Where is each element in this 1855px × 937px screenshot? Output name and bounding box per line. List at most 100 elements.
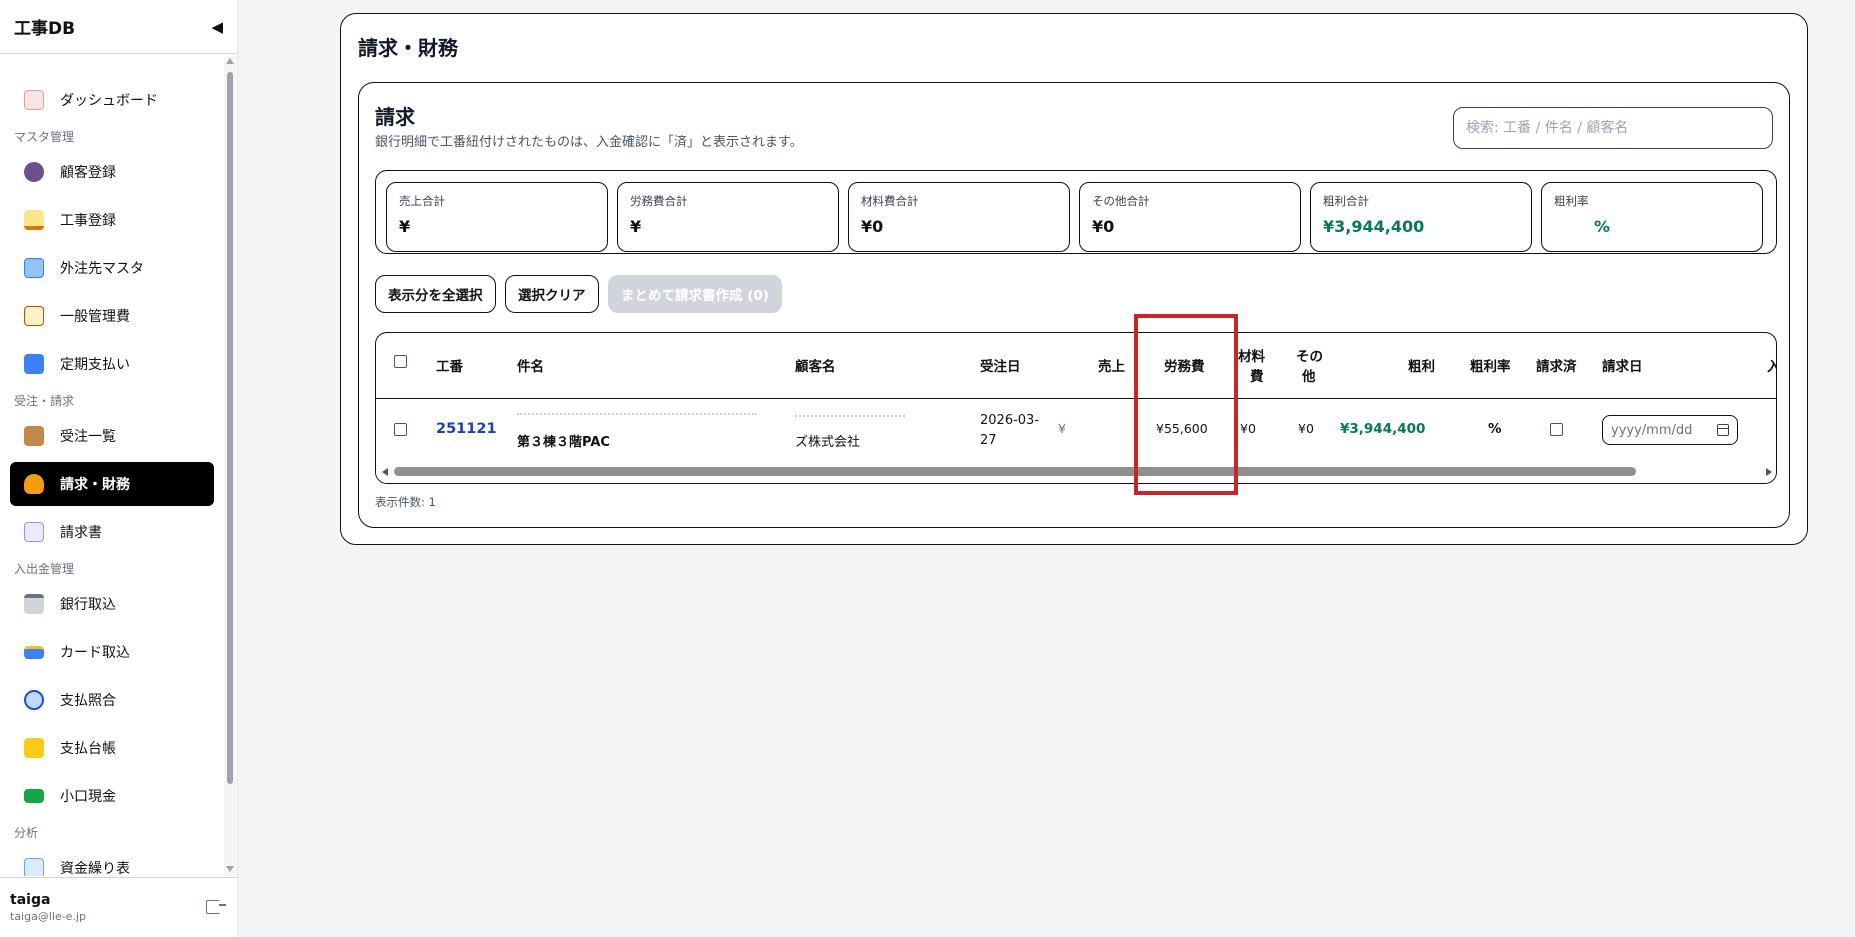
order-date-cell-line2: 27 bbox=[980, 433, 997, 448]
stat-label: 粗利合計 bbox=[1323, 194, 1369, 208]
sidebar-item-payment-ledger[interactable]: 支払台帳 bbox=[10, 726, 214, 770]
sidebar-item-bank-import[interactable]: 銀行取込 bbox=[10, 582, 214, 626]
col-other[interactable]: その bbox=[1296, 345, 1323, 365]
sidebar-item-customers[interactable]: 顧客登録 bbox=[10, 150, 214, 194]
scrollbar-thumb[interactable] bbox=[227, 72, 233, 784]
select-all-checkbox[interactable] bbox=[394, 355, 407, 368]
table-header-row: 工番 件名 顧客名 受注日 売上 労務費 材料 費 その 他 粗利 粗利率 請求… bbox=[376, 333, 1776, 399]
bulk-invoice-button[interactable]: まとめて請求書作成 (0) bbox=[608, 275, 782, 313]
kouban-link[interactable]: 251121 bbox=[436, 421, 497, 437]
col-customer[interactable]: 顧客名 bbox=[795, 355, 836, 375]
nav-section-analysis: 分析 bbox=[14, 826, 39, 840]
sidebar-item-label: 一般管理費 bbox=[60, 309, 130, 325]
sidebar-item-label: 外注先マスタ bbox=[60, 261, 144, 277]
sidebar-item-label: 顧客登録 bbox=[60, 165, 116, 181]
col-invoice-date[interactable]: 請求日 bbox=[1602, 355, 1643, 375]
stat-label: 材料費合計 bbox=[861, 194, 919, 208]
nav-section-cash: 入出金管理 bbox=[14, 562, 75, 576]
profit-rate-cell: % bbox=[1488, 421, 1502, 437]
col-profit-rate[interactable]: 粗利率 bbox=[1470, 355, 1511, 375]
select-all-button[interactable]: 表示分を全選択 bbox=[375, 275, 496, 313]
col-kenmei[interactable]: 件名 bbox=[517, 355, 544, 375]
sidebar-item-payment-match[interactable]: 支払照合 bbox=[10, 678, 214, 722]
stat-material-total: 材料費合計 ¥0 bbox=[848, 182, 1070, 252]
stat-sales-total: 売上合計 ¥ bbox=[386, 182, 608, 252]
clear-selection-button[interactable]: 選択クリア bbox=[505, 275, 599, 313]
repeat-icon bbox=[24, 354, 44, 374]
scroll-right-icon[interactable] bbox=[1766, 468, 1772, 476]
scroll-left-icon[interactable] bbox=[382, 468, 388, 476]
search-input[interactable] bbox=[1453, 107, 1773, 149]
sidebar-item-label: 小口現金 bbox=[60, 789, 116, 805]
logout-icon[interactable] bbox=[206, 900, 226, 914]
sidebar-item-dashboard[interactable]: ダッシュボード bbox=[10, 78, 214, 122]
sidebar-scrollbar[interactable] bbox=[224, 56, 236, 876]
scroll-down-icon[interactable] bbox=[226, 866, 234, 872]
nav-section-master: マスタ管理 bbox=[14, 130, 75, 144]
ledger-icon bbox=[24, 738, 44, 758]
sidebar-item-label: 銀行取込 bbox=[60, 597, 116, 613]
summary-panel: 売上合計 ¥ 労務費合計 ¥ 材料費合計 ¥0 その他合計 ¥0 粗利合計 ¥3… bbox=[375, 170, 1777, 254]
document-icon bbox=[24, 522, 44, 542]
table-horizontal-scrollbar[interactable] bbox=[376, 461, 1776, 483]
result-count: 表示件数: 1 bbox=[375, 495, 436, 509]
sidebar-item-invoices[interactable]: 請求書 bbox=[10, 510, 214, 554]
sidebar-item-cashflow[interactable]: 資金繰り表 bbox=[10, 846, 214, 876]
sidebar-item-label: 定期支払い bbox=[60, 357, 130, 373]
sidebar-item-recurring[interactable]: 定期支払い bbox=[10, 342, 214, 386]
sidebar-item-billing[interactable]: 請求・財務 bbox=[10, 462, 214, 506]
sidebar-item-subcontractors[interactable]: 外注先マスタ bbox=[10, 246, 214, 290]
building-icon bbox=[24, 258, 44, 278]
col-invoiced[interactable]: 請求済 bbox=[1536, 355, 1577, 375]
col-other-line2[interactable]: 他 bbox=[1302, 365, 1316, 385]
sidebar-item-card-import[interactable]: カード取込 bbox=[10, 630, 214, 674]
invoiced-checkbox[interactable] bbox=[1550, 423, 1563, 436]
col-material[interactable]: 材料 bbox=[1238, 345, 1265, 365]
collapse-sidebar-icon[interactable]: ◀ bbox=[211, 18, 223, 36]
section-description: 銀行明細で工番紐付けされたものは、入金確認に「済」と表示されます。 bbox=[375, 135, 803, 150]
calendar-icon[interactable] bbox=[1717, 424, 1729, 436]
sidebar-item-petty-cash[interactable]: 小口現金 bbox=[10, 774, 214, 818]
bank-icon bbox=[24, 594, 44, 614]
sidebar-item-overhead[interactable]: 一般管理費 bbox=[10, 294, 214, 338]
stat-profit-rate: 粗利率 % bbox=[1541, 182, 1763, 252]
date-placeholder: yyyy/mm/dd bbox=[1611, 422, 1693, 438]
scroll-up-icon[interactable] bbox=[226, 58, 234, 64]
chart-icon bbox=[24, 858, 44, 876]
invoice-date-input[interactable]: yyyy/mm/dd bbox=[1602, 415, 1738, 445]
stat-value: ¥0 bbox=[1092, 217, 1115, 236]
table-row[interactable]: 251121 第３棟３階PAC ズ株式会社 2026-03- 27 ¥ ¥55,… bbox=[376, 399, 1776, 461]
customer-cell: ズ株式会社 bbox=[795, 435, 861, 450]
sidebar: 工事DB ◀ ダッシュボード マスタ管理 顧客登録 工事登録 外注先マスタ 一般… bbox=[0, 0, 238, 937]
col-profit[interactable]: 粗利 bbox=[1408, 355, 1435, 375]
sidebar-item-projects[interactable]: 工事登録 bbox=[10, 198, 214, 242]
col-more[interactable]: 入 bbox=[1767, 355, 1776, 375]
sidebar-item-label: 請求書 bbox=[60, 525, 102, 541]
stat-label: 売上合計 bbox=[399, 194, 445, 208]
stat-label: その他合計 bbox=[1092, 194, 1150, 208]
users-icon bbox=[24, 162, 44, 182]
section-title: 請求 bbox=[375, 105, 415, 129]
col-material-line2[interactable]: 費 bbox=[1250, 365, 1264, 385]
stat-profit-total: 粗利合計 ¥3,944,400 bbox=[1310, 182, 1532, 252]
magnifier-icon bbox=[24, 690, 44, 710]
package-icon bbox=[24, 426, 44, 446]
kenmei-cell: 第３棟３階PAC bbox=[517, 435, 610, 450]
scrollbar-thumb[interactable] bbox=[394, 467, 1636, 476]
stat-value: % bbox=[1594, 217, 1611, 236]
col-sales[interactable]: 売上 bbox=[1098, 355, 1125, 375]
col-order-date[interactable]: 受注日 bbox=[980, 355, 1021, 375]
sidebar-item-orders[interactable]: 受注一覧 bbox=[10, 414, 214, 458]
order-date-cell: 2026-03- bbox=[980, 413, 1040, 428]
user-email: taiga@lle-e.jp bbox=[10, 910, 86, 923]
money-bag-icon bbox=[24, 474, 44, 494]
row-checkbox[interactable] bbox=[394, 423, 407, 436]
profit-cell: ¥3,944,400 bbox=[1340, 421, 1426, 437]
sidebar-item-label: 支払台帳 bbox=[60, 741, 116, 757]
sidebar-item-label: 受注一覧 bbox=[60, 429, 116, 445]
app-title: 工事DB bbox=[14, 19, 76, 39]
stat-value: ¥3,944,400 bbox=[1323, 217, 1425, 236]
material-cell: ¥0 bbox=[1240, 421, 1256, 436]
col-kouban[interactable]: 工番 bbox=[436, 355, 463, 375]
construction-icon bbox=[24, 210, 44, 230]
